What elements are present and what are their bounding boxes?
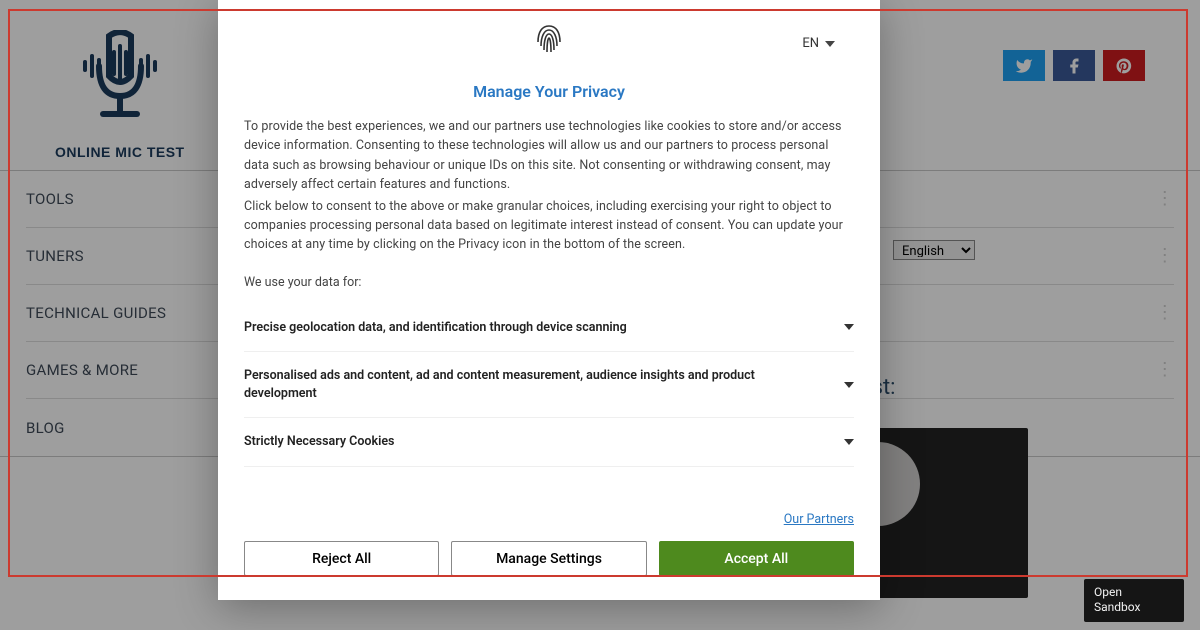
fingerprint-icon	[535, 22, 563, 56]
modal-use-label: We use your data for:	[244, 275, 854, 290]
privacy-section-geolocation[interactable]: Precise geolocation data, and identifica…	[244, 304, 854, 353]
sandbox-line: Sandbox	[1094, 600, 1140, 614]
privacy-section-label: Personalised ads and content, ad and con…	[244, 367, 824, 402]
our-partners-link[interactable]: Our Partners	[784, 512, 854, 527]
modal-title: Manage Your Privacy	[218, 82, 880, 101]
modal-paragraph: To provide the best experiences, we and …	[244, 117, 854, 195]
privacy-section-label: Precise geolocation data, and identifica…	[244, 319, 627, 337]
chevron-down-icon	[844, 324, 854, 330]
privacy-modal: EN Manage Your Privacy To provide the be…	[218, 0, 880, 600]
open-sandbox-button[interactable]: Open Sandbox	[1084, 579, 1184, 622]
reject-all-button[interactable]: Reject All	[244, 541, 439, 576]
accept-all-button[interactable]: Accept All	[659, 541, 854, 576]
sandbox-line: Open	[1094, 585, 1122, 599]
chevron-down-icon	[844, 382, 854, 388]
caret-down-icon	[825, 41, 835, 47]
modal-language-toggle[interactable]: EN	[802, 36, 835, 51]
chevron-down-icon	[844, 439, 854, 445]
modal-paragraph: Click below to consent to the above or m…	[244, 197, 854, 255]
privacy-section-ads[interactable]: Personalised ads and content, ad and con…	[244, 352, 854, 418]
privacy-section-necessary[interactable]: Strictly Necessary Cookies	[244, 418, 854, 467]
modal-language-label: EN	[802, 36, 819, 51]
privacy-section-label: Strictly Necessary Cookies	[244, 433, 394, 451]
manage-settings-button[interactable]: Manage Settings	[451, 541, 646, 576]
